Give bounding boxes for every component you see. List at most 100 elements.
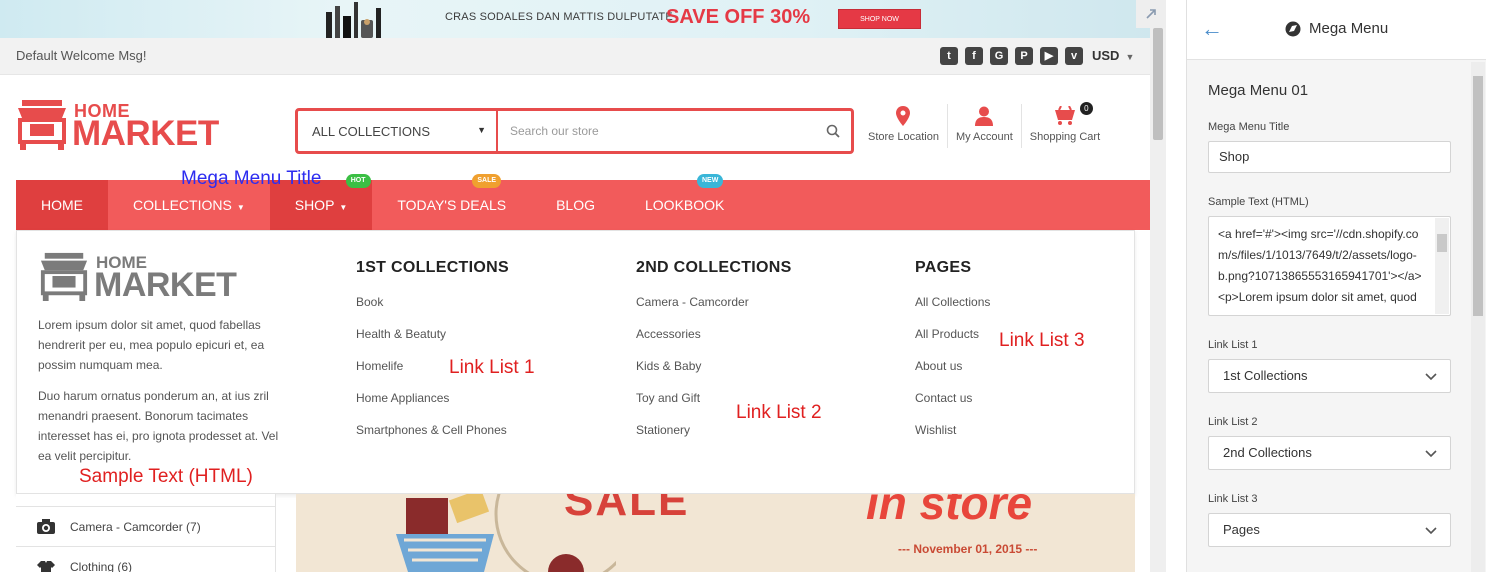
sample-text-textarea[interactable]: <a href='#'><img src='//cdn.shopify.com/… xyxy=(1208,216,1451,316)
shopping-cart-link[interactable]: 0 Shopping Cart xyxy=(1022,102,1108,148)
my-account-link[interactable]: My Account xyxy=(948,104,1022,148)
nav-item-todays-deals[interactable]: TODAY'S DEALS SALE xyxy=(372,174,531,230)
menu-link[interactable]: Contact us xyxy=(915,391,990,423)
collection-select-value: ALL COLLECTIONS xyxy=(312,124,431,139)
search-icon xyxy=(826,124,840,138)
mega-menu-logo[interactable]: HOME MARKET xyxy=(39,251,249,305)
social-links: t f G P ▶ v xyxy=(940,47,1083,65)
header-actions: Store Location My Account 0 Shopping Car… xyxy=(860,102,1108,148)
promo-banner[interactable]: CRAS SODALES DAN MATTIS DULPUTATE SAVE O… xyxy=(0,0,1150,38)
promo-text: CRAS SODALES DAN MATTIS DULPUTATE xyxy=(445,11,673,23)
sale-banner[interactable]: SALE in store --- November 01, 2015 --- xyxy=(296,494,1135,572)
menu-link[interactable]: About us xyxy=(915,359,990,391)
menu-link[interactable]: Accessories xyxy=(636,327,792,359)
panel-title: Mega Menu xyxy=(1285,20,1388,37)
vimeo-icon[interactable]: v xyxy=(1065,47,1083,65)
customizer: CRAS SODALES DAN MATTIS DULPUTATE SAVE O… xyxy=(0,0,1486,572)
nav-item-label: BLOG xyxy=(556,197,595,213)
link-list-1-select[interactable]: 1st Collections xyxy=(1208,359,1451,393)
link-list-3-select[interactable]: Pages xyxy=(1208,513,1451,547)
search-bar: ALL COLLECTIONS ▼ xyxy=(295,108,854,154)
google-plus-icon[interactable]: G xyxy=(990,47,1008,65)
welcome-message: Default Welcome Msg! xyxy=(16,48,147,63)
section-heading: Mega Menu 01 xyxy=(1208,82,1309,99)
store-preview: CRAS SODALES DAN MATTIS DULPUTATE SAVE O… xyxy=(0,0,1166,572)
store-location-link[interactable]: Store Location xyxy=(860,104,948,148)
textarea-scrollbar[interactable] xyxy=(1435,218,1449,314)
search-input[interactable] xyxy=(498,111,815,151)
link-list-2nd-collections: 2ND COLLECTIONS Camera - Camcorder Acces… xyxy=(636,259,792,455)
chevron-down-icon: ▼ xyxy=(339,203,348,212)
sample-text-paragraph: Duo harum ornatus ponderum an, at ius zr… xyxy=(38,389,279,463)
menu-link[interactable]: Camera - Camcorder xyxy=(636,295,792,327)
cart-count-badge: 0 xyxy=(1079,102,1093,115)
preview-scrollbar[interactable] xyxy=(1150,0,1166,572)
sample-text-value: <a href='#'><img src='//cdn.shopify.com/… xyxy=(1218,227,1422,304)
annotation-link-list-1: Link List 1 xyxy=(449,357,535,378)
chevron-down-icon xyxy=(1425,450,1437,458)
category-item[interactable]: Camera - Camcorder (7) xyxy=(16,506,275,546)
scrollbar-thumb[interactable] xyxy=(1153,28,1163,140)
annotation-mega-menu-title: Mega Menu Title xyxy=(181,168,322,189)
column-title: PAGES xyxy=(915,259,972,276)
scrollbar-thumb[interactable] xyxy=(1473,76,1483,316)
search-button[interactable] xyxy=(815,111,851,151)
logo-line-market: MARKET xyxy=(94,266,237,304)
twitter-icon[interactable]: t xyxy=(940,47,958,65)
menu-link[interactable]: Health & Beatuty xyxy=(356,327,509,359)
field-label: Link List 2 xyxy=(1208,416,1258,428)
menu-link[interactable]: All Collections xyxy=(915,295,990,327)
mega-menu-dropdown: HOME MARKET Lorem ipsum dolor sit amet, … xyxy=(16,230,1135,494)
field-label: Sample Text (HTML) xyxy=(1208,196,1309,208)
settings-panel: ← Mega Menu Mega Menu 01 Mega Menu Title… xyxy=(1186,0,1486,572)
menu-link[interactable]: All Products xyxy=(915,327,990,359)
category-label: Camera - Camcorder (7) xyxy=(70,519,201,534)
panel-scrollbar[interactable] xyxy=(1471,62,1485,572)
menu-link[interactable]: Smartphones & Cell Phones xyxy=(356,423,509,455)
nav-item-label: LOOKBOOK xyxy=(645,197,725,213)
banner-sale-text: SALE xyxy=(564,494,690,525)
nav-item-lookbook[interactable]: LOOKBOOK NEW xyxy=(620,174,749,230)
user-icon xyxy=(975,106,994,126)
camera-icon xyxy=(36,518,56,535)
menu-link[interactable]: Home Appliances xyxy=(356,391,509,423)
nav-item-home[interactable]: HOME xyxy=(16,180,108,230)
currency-value: USD xyxy=(1092,48,1120,63)
back-arrow-icon[interactable]: ← xyxy=(1201,16,1223,42)
clothing-icon xyxy=(36,559,56,572)
chevron-down-icon: ▼ xyxy=(1125,52,1135,62)
nav-item-blog[interactable]: BLOG xyxy=(531,180,620,230)
field-label: Mega Menu Title xyxy=(1208,121,1290,133)
menu-link[interactable]: Book xyxy=(356,295,509,327)
nav-item-label: HOME xyxy=(41,197,83,213)
menu-link[interactable]: Stationery xyxy=(636,423,792,455)
store-icon xyxy=(18,100,66,150)
link-list-pages: PAGES All Collections All Products About… xyxy=(915,259,990,455)
pinterest-icon[interactable]: P xyxy=(1015,47,1033,65)
menu-link[interactable]: Kids & Baby xyxy=(636,359,792,391)
mega-menu-icon xyxy=(1285,21,1301,36)
store-header: HOME MARKET ALL COLLECTIONS ▼ Store Loca… xyxy=(0,76,1150,180)
nav-item-label: TODAY'S DEALS xyxy=(397,197,507,213)
panel-title-text: Mega Menu xyxy=(1309,20,1389,37)
chevron-down-icon xyxy=(1425,373,1437,381)
youtube-icon[interactable]: ▶ xyxy=(1040,47,1058,65)
sale-badge: SALE xyxy=(472,174,502,188)
store-logo[interactable]: HOME MARKET xyxy=(16,98,226,154)
scrollbar-thumb[interactable] xyxy=(1437,234,1447,252)
shop-now-button[interactable]: SHOP NOW xyxy=(838,9,921,29)
annotation-sample-text: Sample Text (HTML) xyxy=(79,466,253,487)
shopping-cart-label: Shopping Cart xyxy=(1029,131,1101,143)
collection-select[interactable]: ALL COLLECTIONS ▼ xyxy=(298,111,498,151)
menu-link[interactable]: Wishlist xyxy=(915,423,990,455)
link-list-2-select[interactable]: 2nd Collections xyxy=(1208,436,1451,470)
facebook-icon[interactable]: f xyxy=(965,47,983,65)
mega-menu-title-input[interactable]: Shop xyxy=(1208,141,1451,173)
category-label: Clothing (6) xyxy=(70,559,133,572)
category-item[interactable]: Clothing (6) xyxy=(16,546,275,572)
cosmetics-image xyxy=(326,2,381,38)
select-value: 2nd Collections xyxy=(1223,445,1312,460)
column-title: 1ST COLLECTIONS xyxy=(356,259,509,276)
expand-preview-button[interactable] xyxy=(1136,0,1166,28)
currency-selector[interactable]: USD ▼ xyxy=(1092,48,1134,63)
